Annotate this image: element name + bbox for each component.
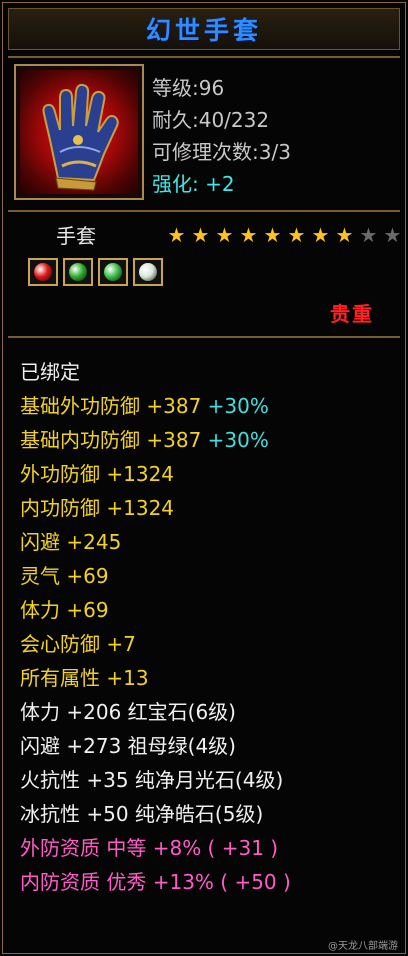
base-attr-bonus: +30% <box>207 428 269 452</box>
item-type: 手套 <box>56 224 96 248</box>
empty-star-icon: ★ <box>383 223 402 247</box>
watermark: @天龙八部端游 <box>328 941 398 952</box>
glove-icon <box>20 70 138 194</box>
base-attr-text: 基础外功防御 +387 <box>20 394 202 418</box>
attr-row: 闪避 +245 <box>20 530 122 554</box>
repair-count-stat: 可修理次数:3/3 <box>152 140 291 164</box>
filled-star-icon: ★ <box>239 223 258 247</box>
filled-star-icon: ★ <box>287 223 306 247</box>
level-stat: 等级:96 <box>152 76 225 100</box>
base-attr-row: 基础外功防御 +387 +30% <box>20 390 269 419</box>
divider <box>8 56 400 58</box>
gem-dot <box>69 263 87 281</box>
gem-dot <box>104 263 122 281</box>
divider <box>8 336 400 338</box>
base-attr-bonus: +30% <box>207 394 269 418</box>
item-tooltip-panel: 幻世手套 等级:96 耐久:40/232 可修理次数:3/3 强化: +2 手套… <box>0 0 408 956</box>
gem-attr-row: 冰抗性 +50 纯净皓石(5级) <box>20 802 264 826</box>
durability-stat: 耐久:40/232 <box>152 108 270 132</box>
gem-attr-row: 火抗性 +35 纯净月光石(4级) <box>20 768 284 792</box>
gem-attr-row: 体力 +206 红宝石(6级) <box>20 700 236 724</box>
empty-star-icon: ★ <box>359 223 378 247</box>
attr-row: 体力 +69 <box>20 598 109 622</box>
filled-star-icon: ★ <box>215 223 234 247</box>
attr-row: 内功防御 +1324 <box>20 496 175 520</box>
attr-row: 外功防御 +1324 <box>20 462 175 486</box>
enhance-stat: 强化: +2 <box>152 172 235 196</box>
gem-attr-row: 闪避 +273 祖母绿(4级) <box>20 734 236 758</box>
filled-star-icon: ★ <box>191 223 210 247</box>
item-title: 幻世手套 <box>145 16 262 45</box>
title-bar: 幻世手套 <box>8 8 400 50</box>
gem-sockets <box>28 258 163 286</box>
quality-row: 内防资质 优秀 +13% ( +50 ) <box>20 870 291 894</box>
filled-star-icon: ★ <box>167 223 186 247</box>
pearl-gem-icon[interactable] <box>133 258 163 286</box>
bound-status: 已绑定 <box>20 360 80 384</box>
rarity-label: 贵重 <box>330 302 374 326</box>
base-attr-text: 基础内功防御 +387 <box>20 428 202 452</box>
ruby-gem-icon[interactable] <box>28 258 58 286</box>
attr-row: 灵气 +69 <box>20 564 109 588</box>
emerald-gem-icon[interactable] <box>98 258 128 286</box>
item-icon-frame <box>14 64 144 200</box>
base-attr-row: 基础内功防御 +387 +30% <box>20 424 269 453</box>
gem-dot <box>139 263 157 281</box>
quality-row: 外防资质 中等 +8% ( +31 ) <box>20 836 279 860</box>
divider <box>8 210 400 212</box>
star-rating: ★ ★ ★ ★ ★ ★ ★ ★ ★ ★ <box>166 225 403 246</box>
filled-star-icon: ★ <box>335 223 354 247</box>
filled-star-icon: ★ <box>311 223 330 247</box>
attr-row: 所有属性 +13 <box>20 666 149 690</box>
attr-row: 会心防御 +7 <box>20 632 136 656</box>
emerald-gem-icon[interactable] <box>63 258 93 286</box>
gem-dot <box>34 263 52 281</box>
filled-star-icon: ★ <box>263 223 282 247</box>
